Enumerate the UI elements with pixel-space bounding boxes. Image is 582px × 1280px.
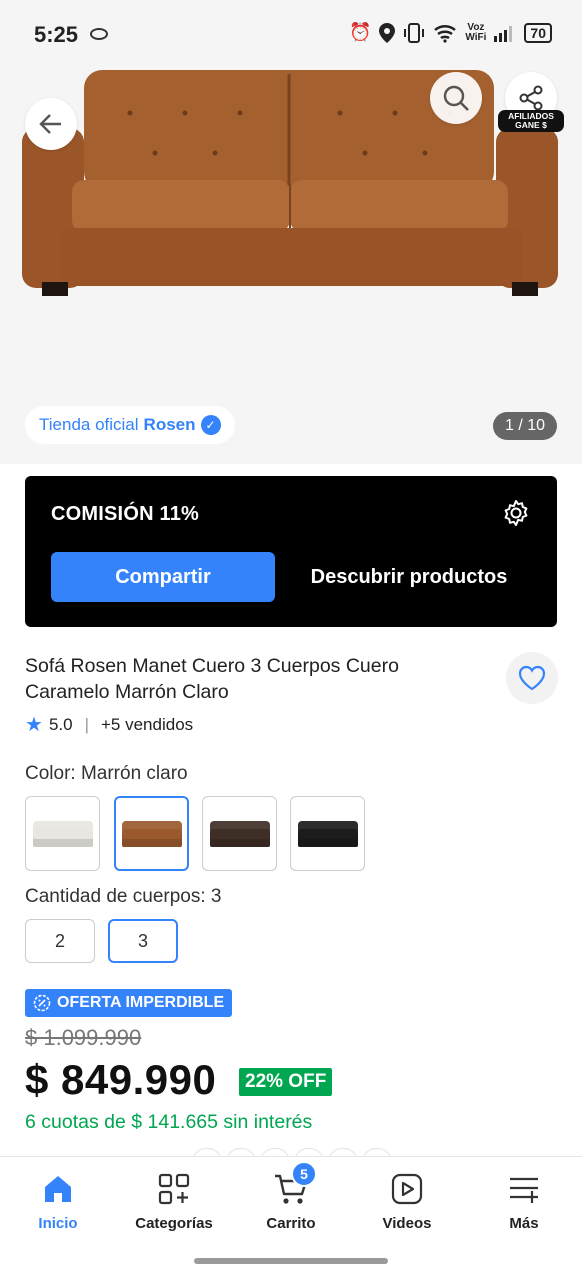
official-store-link[interactable]: Tienda oficial Rosen ✓: [25, 406, 235, 444]
color-swatch[interactable]: [202, 796, 277, 871]
search-button[interactable]: [430, 72, 482, 124]
cuerpos-option-2[interactable]: 2: [25, 919, 95, 963]
wifi-label: WiFi: [465, 31, 487, 43]
location-icon: [379, 22, 396, 43]
old-price: $ 1.099.990: [25, 1025, 142, 1050]
rating-row[interactable]: ★ 5.0 | +5 vendidos: [25, 712, 193, 737]
battery-indicator: 70: [524, 22, 552, 43]
gear-icon[interactable]: [501, 498, 531, 528]
offer-badge: OFERTA IMPERDIBLE: [25, 989, 233, 1017]
sofa-thumbnail: [297, 820, 358, 847]
cuerpos-option-3[interactable]: 3: [108, 919, 178, 963]
color-swatch[interactable]: [25, 796, 100, 871]
alarm-icon: ⏰: [348, 22, 372, 42]
sold-count: +5 vendidos: [101, 714, 194, 734]
nav-item-carrito[interactable]: 5 Carrito: [233, 1161, 349, 1232]
share-icon: [519, 85, 543, 111]
cart-count-badge: 5: [291, 1161, 317, 1187]
share-button[interactable]: Compartir: [51, 552, 275, 602]
afiliados-badge: AFILIADOS GANE $: [498, 110, 564, 132]
color-swatch[interactable]: [114, 796, 189, 871]
cuerpos-label: Cantidad de cuerpos: 3: [25, 886, 222, 907]
product-image-gallery[interactable]: AFILIADOS GANE $ Tienda oficial Rosen ✓ 1…: [0, 68, 582, 464]
categories-icon: [154, 1169, 194, 1209]
back-button[interactable]: [25, 98, 77, 150]
color-swatch[interactable]: [290, 796, 365, 871]
cart-icon: 5: [271, 1161, 317, 1209]
current-price: $ 849.990: [25, 1056, 217, 1103]
video-icon: [387, 1169, 427, 1209]
home-icon: [38, 1169, 78, 1209]
wifi-icon: [434, 24, 457, 43]
heart-icon: [518, 665, 546, 691]
favorite-button[interactable]: [506, 652, 558, 704]
product-image: [22, 70, 558, 296]
search-icon: [443, 85, 469, 111]
image-counter: 1 / 10: [492, 412, 557, 440]
rating-value: 5.0: [48, 714, 73, 734]
commission-card: COMISIÓN 11% Compartir Descubrir product…: [25, 476, 557, 627]
store-name: Rosen: [143, 415, 196, 434]
gane-label: GANE $: [515, 120, 547, 130]
menu-plus-icon: [504, 1169, 544, 1209]
signal-icon: [494, 25, 513, 42]
nav-item-videos[interactable]: Videos: [349, 1169, 465, 1232]
discount-badge: 22% OFF: [239, 1068, 333, 1096]
star-icon: ★: [25, 714, 43, 736]
sofa-thumbnail: [209, 820, 270, 847]
sofa-thumbnail: [121, 820, 182, 847]
offer-label: OFERTA IMPERDIBLE: [57, 994, 225, 1011]
nav-label-categorias: Categorías: [135, 1215, 213, 1232]
store-prefix: Tienda oficial: [39, 415, 139, 434]
nav-item-mas[interactable]: Más: [466, 1169, 582, 1232]
status-icons: ⏰ Voz WiFi 70: [349, 22, 552, 43]
sofa-thumbnail: [32, 820, 93, 847]
color-label: Color: Marrón claro: [25, 763, 188, 784]
status-time: 5:25: [34, 22, 79, 47]
offer-icon: [33, 994, 51, 1012]
nav-label-carrito: Carrito: [266, 1215, 316, 1232]
discover-products-button[interactable]: Descubrir productos: [287, 552, 531, 602]
nav-label-mas: Más: [509, 1215, 539, 1232]
product-title: Sofá Rosen Manet Cuero 3 Cuerpos Cuero C…: [25, 655, 399, 703]
home-indicator[interactable]: [194, 1258, 388, 1264]
vibrate-icon: [404, 22, 425, 43]
verified-icon: ✓: [200, 415, 221, 435]
installments-text[interactable]: 6 cuotas de $ 141.665 sin interés: [25, 1111, 312, 1134]
nav-label-videos: Videos: [382, 1215, 432, 1232]
nav-label-inicio: Inicio: [38, 1215, 78, 1232]
commission-title: COMISIÓN 11%: [51, 503, 199, 525]
notification-icon: [90, 28, 108, 40]
arrow-left-icon: [39, 114, 61, 134]
nav-item-categorias[interactable]: Categorías: [116, 1169, 232, 1232]
nav-item-inicio[interactable]: Inicio: [0, 1169, 116, 1232]
divider: |: [84, 714, 89, 734]
status-bar: 5:25 ⏰ Voz WiFi 70: [0, 0, 582, 68]
voz-wifi-label: Voz WiFi: [465, 22, 487, 43]
